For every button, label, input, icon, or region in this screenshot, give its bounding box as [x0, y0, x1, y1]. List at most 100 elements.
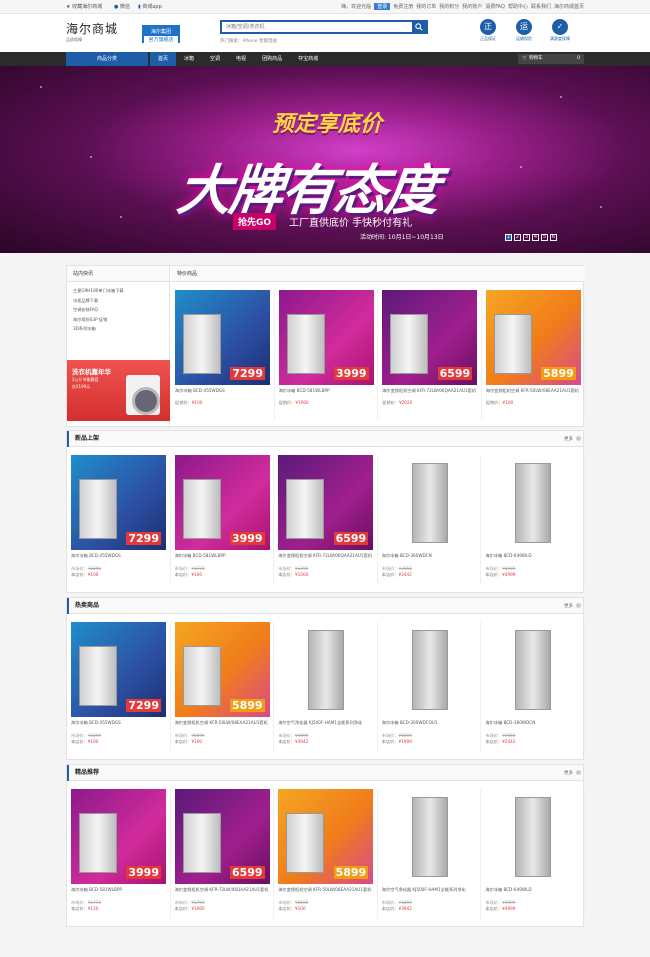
nav-fridge[interactable]: 冰箱: [176, 52, 202, 66]
service-genuine[interactable]: 正正品保证: [474, 19, 502, 42]
banner-dot[interactable]: 4: [532, 234, 539, 241]
site-logo[interactable]: 海尔商城 品质保障: [66, 20, 126, 46]
login-link[interactable]: 登录: [374, 3, 391, 10]
product-image[interactable]: 3999: [278, 290, 374, 385]
product-card[interactable]: 6599 海尔变频柜机空调 KFR-72LW/06QAA21AU1套机 市场价：¥1…: [171, 789, 275, 919]
product-card[interactable]: 海尔冰箱 BCD-360WDCN 市场价：¥2950 本店价：¥2442: [378, 455, 482, 585]
wechat-link[interactable]: ● 微信: [114, 3, 130, 10]
product-image[interactable]: 5899: [174, 622, 270, 717]
product-card[interactable]: 7299 海尔冰箱 BCD-455WDGS 市场价：¥2299 本店价：¥100: [67, 455, 171, 585]
hero-banner[interactable]: 预定享底价 大牌有态度 抢先GO 工厂直供底价 手快秒付有礼 活动时间: 10月…: [0, 66, 650, 253]
product-image[interactable]: 6599: [382, 290, 478, 385]
product-name[interactable]: 海尔冰箱 BCD-300WDCOU1: [382, 720, 477, 732]
banner-go-button[interactable]: 抢先GO: [233, 213, 277, 230]
product-card[interactable]: 海尔空气净化器 KJ500F-HAM1全能系列净化 市场价：¥4299 本店价：¥3…: [378, 789, 482, 919]
product-name[interactable]: 海尔冰箱 BCD-649WLD: [485, 553, 580, 565]
product-card[interactable]: 海尔冰箱 BCD-300WDCOU1 市场价：¥2099 本店价：¥1999: [378, 622, 482, 752]
product-card[interactable]: 7299 海尔冰箱 BCD-455WDGS 市场价：¥2299 本店价：¥100: [67, 622, 171, 752]
favorite-link[interactable]: ★ 收藏海尔商城: [66, 3, 102, 10]
product-card[interactable]: 3999 海尔冰箱 BCD-581WLBPP 促销价：¥1000: [275, 290, 379, 420]
product-image[interactable]: [381, 622, 477, 717]
more-link[interactable]: 更多: [564, 770, 581, 776]
product-image[interactable]: 7299: [175, 290, 270, 385]
product-image[interactable]: 7299: [71, 622, 166, 717]
news-item[interactable]: 三星G9H180单门冰箱下载: [73, 286, 163, 296]
product-image[interactable]: [278, 622, 374, 717]
more-link[interactable]: 更多: [564, 436, 581, 442]
washer-promo[interactable]: 洗衣机嘉年华 2公斤节能静音 仅2199元: [67, 360, 170, 421]
more-link[interactable]: 更多: [564, 603, 581, 609]
product-image[interactable]: [381, 455, 477, 550]
product-image[interactable]: 7299: [71, 455, 166, 550]
cart-button[interactable]: 🛒 购物车 0: [518, 54, 584, 64]
product-card[interactable]: 海尔冰箱 BCD-649WLD 市场价：¥4999 本店价：¥4999: [481, 455, 585, 585]
product-card[interactable]: 3999 海尔冰箱 BCD-581WLBPP 市场价：¥1774 本店价：¥150: [67, 789, 171, 919]
product-image[interactable]: 3999: [71, 789, 166, 884]
product-image[interactable]: 6599: [174, 789, 270, 884]
product-image[interactable]: [485, 622, 581, 717]
product-name[interactable]: 海尔变频柜机空调 KFR-50LW/08EAA21AU1套机: [278, 887, 373, 899]
product-image[interactable]: [381, 789, 477, 884]
product-name[interactable]: 海尔变频柜机空调 KFR-72LW/06QAA21AU1套机: [382, 388, 477, 400]
news-item[interactable]: 海尔缤纷S3P 促销: [73, 315, 163, 325]
product-name[interactable]: 海尔冰箱 BCD-455WDGS: [175, 388, 270, 400]
product-name[interactable]: 海尔冰箱 BCD-455WDGS: [71, 553, 166, 565]
account-link[interactable]: 我的账户: [462, 3, 482, 10]
product-name[interactable]: 海尔冰箱 BCD-455WDGS: [71, 720, 166, 732]
product-name[interactable]: 海尔空气净化器 KJ500F-HAM1全能系列净化: [278, 720, 373, 732]
product-card[interactable]: 3999 海尔冰箱 BCD-581WLBPP 市场价：¥1774 本店价：¥100: [171, 455, 275, 585]
banner-dot[interactable]: 6: [550, 234, 557, 241]
news-item[interactable]: 3D系列冰箱: [73, 324, 163, 334]
product-name[interactable]: 海尔变频柜机空调 KFR-50LW/08EAA21AU1套机: [175, 720, 270, 732]
product-name[interactable]: 海尔冰箱 BCD-360WDCN: [485, 720, 580, 732]
product-image[interactable]: 3999: [174, 455, 270, 550]
product-card[interactable]: 海尔冰箱 BCD-649WLD 市场价：¥4999 本店价：¥4999: [481, 789, 585, 919]
banner-dot[interactable]: 5: [541, 234, 548, 241]
help-link[interactable]: 帮助中心: [508, 3, 528, 10]
product-image[interactable]: 5899: [485, 290, 581, 385]
banner-dot[interactable]: 3: [523, 234, 530, 241]
product-card[interactable]: 7299 海尔冰箱 BCD-455WDGS 促销价：¥100: [171, 290, 275, 420]
product-card[interactable]: 6599 海尔变频柜机空调 KFR-72LW/06QAA21AU1套机 市场价：¥1…: [274, 455, 378, 585]
nav-ac[interactable]: 空调: [202, 52, 228, 66]
banner-dot[interactable]: 2: [514, 234, 521, 241]
product-name[interactable]: 海尔冰箱 BCD-649WLD: [485, 887, 580, 899]
orders-link[interactable]: 我的订单: [416, 3, 436, 10]
contact-link[interactable]: 联系我们: [531, 3, 551, 10]
product-name[interactable]: 海尔冰箱 BCD-581WLBPP: [71, 887, 166, 899]
news-item[interactable]: 冰柜品牌下载: [73, 296, 163, 306]
product-name[interactable]: 海尔冰箱 BCD-581WLBPP: [279, 388, 374, 400]
search-input[interactable]: [222, 22, 412, 32]
home-link[interactable]: 海尔商城首页: [554, 3, 584, 10]
banner-dot[interactable]: 1: [505, 234, 512, 241]
product-name[interactable]: 海尔变频柜机空调 KFR-72LW/06QAA21AU1套机: [278, 553, 373, 565]
service-shipping[interactable]: 运运输保险: [510, 19, 538, 42]
product-name[interactable]: 海尔变频柜机空调 KFR-50LW/08EAA21AU1套机: [486, 388, 581, 400]
product-card[interactable]: 海尔空气净化器 KJ500F-HAM1全能系列净化 市场价：¥4099 本店价：¥3…: [274, 622, 378, 752]
points-link[interactable]: 我的积分: [439, 3, 459, 10]
product-card[interactable]: 6599 海尔变频柜机空调 KFR-72LW/06QAA21AU1套机 促销价：¥2…: [378, 290, 482, 420]
nav-groupbuy[interactable]: 团购商品: [254, 52, 290, 66]
news-item[interactable]: 空调安装FAQ: [73, 305, 163, 315]
app-link[interactable]: ▮ 商城app: [138, 3, 162, 10]
service-satisfaction[interactable]: ✓ 满意度保障: [546, 19, 574, 42]
product-card[interactable]: 5899 海尔变频柜机空调 KFR-50LW/08EAA21AU1套机 市场价：¥5…: [274, 789, 378, 919]
product-image[interactable]: 6599: [278, 455, 374, 550]
product-card[interactable]: 5899 海尔变频柜机空调 KFR-50LW/08EAA21AU1套机 市场价：¥5…: [171, 622, 275, 752]
nav-home[interactable]: 首页: [150, 52, 177, 66]
product-card[interactable]: 5899 海尔变频柜机空调 KFR-50LW/08EAA21AU1套机 促销价：¥1…: [482, 290, 586, 420]
product-card[interactable]: 海尔冰箱 BCD-360WDCN 市场价：¥2950 本店价：¥2442: [481, 622, 585, 752]
nav-tv[interactable]: 电视: [228, 52, 254, 66]
product-image[interactable]: [485, 455, 581, 550]
product-name[interactable]: 海尔空气净化器 KJ500F-HAM1全能系列净化: [382, 887, 477, 899]
product-name[interactable]: 海尔冰箱 BCD-360WDCN: [382, 553, 477, 565]
product-image[interactable]: 5899: [278, 789, 374, 884]
product-name[interactable]: 海尔冰箱 BCD-581WLBPP: [175, 553, 270, 565]
product-name[interactable]: 海尔变频柜机空调 KFR-72LW/06QAA21AU1套机: [175, 887, 270, 899]
faq-link[interactable]: 消费FAQ: [485, 3, 505, 10]
search-button[interactable]: [412, 22, 426, 32]
register-link[interactable]: 免费注册: [393, 3, 413, 10]
nav-treasure[interactable]: 夺宝商城: [290, 52, 326, 66]
category-menu[interactable]: 商品分类: [66, 52, 148, 66]
product-image[interactable]: [485, 789, 581, 884]
